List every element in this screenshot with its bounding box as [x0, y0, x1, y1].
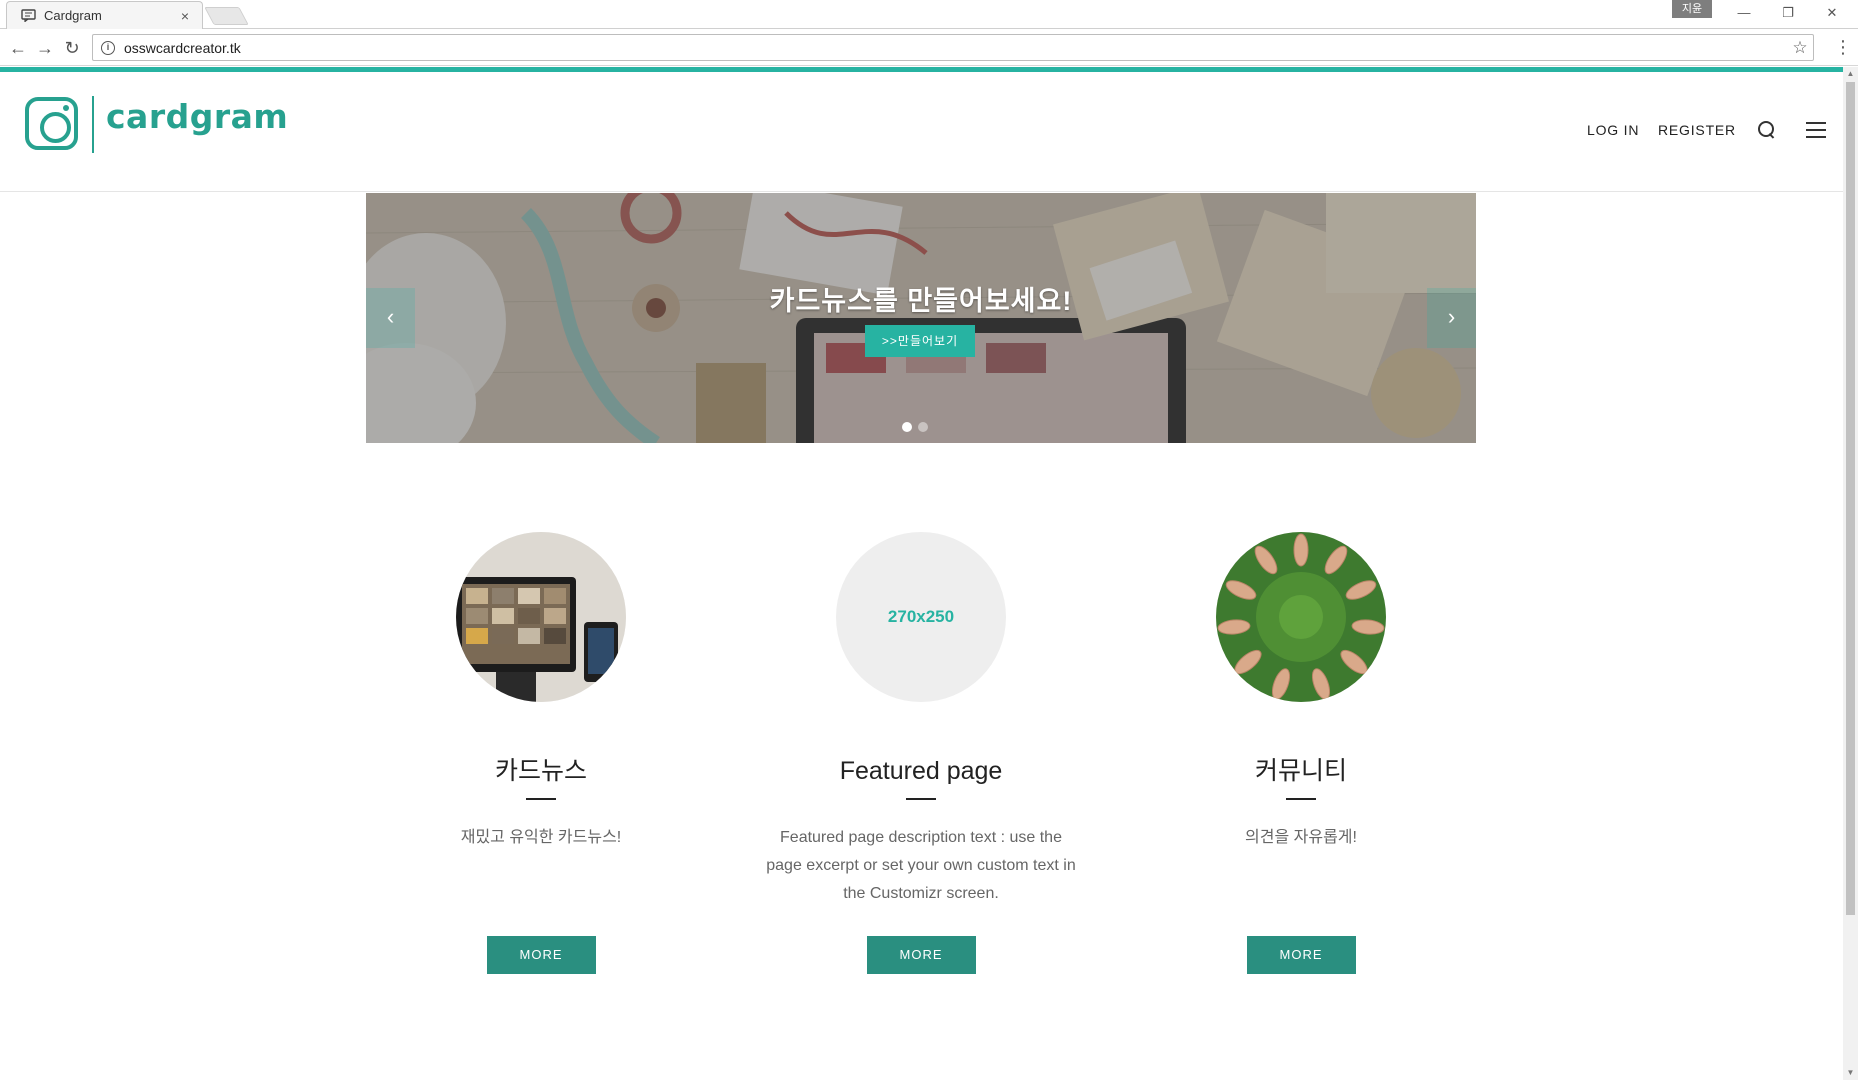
search-icon[interactable] [1756, 119, 1776, 139]
register-link[interactable]: REGISTER [1658, 122, 1736, 138]
forward-icon[interactable]: → [35, 38, 55, 58]
site-header: cardgram LOG IN REGISTER [0, 72, 1843, 192]
featured-image-community[interactable] [1216, 532, 1386, 702]
more-button[interactable]: MORE [1246, 936, 1356, 974]
tab-title: Cardgram [44, 8, 102, 23]
featured-description: 재밌고 유익한 카드뉴스! [460, 829, 622, 846]
scroll-up-icon[interactable]: ▲ [1843, 67, 1858, 81]
carousel-prev-icon[interactable]: ‹ [366, 288, 415, 348]
more-button[interactable]: MORE [866, 936, 976, 974]
page-viewport: cardgram LOG IN REGISTER 카드뉴스를 만들어보세요! >… [0, 67, 1858, 1080]
logo-camera-icon[interactable] [25, 97, 78, 150]
site-logo-text[interactable]: cardgram [106, 97, 288, 136]
scrollbar-thumb[interactable] [1846, 82, 1855, 915]
login-link[interactable]: LOG IN [1587, 122, 1639, 138]
carousel-next-icon[interactable]: › [1427, 288, 1476, 348]
scroll-down-icon[interactable]: ▼ [1843, 1066, 1858, 1080]
hero-cta-button[interactable]: >>만들어보기 [865, 325, 975, 357]
featured-title: 카드뉴스 [494, 757, 587, 785]
hero-overlay [366, 193, 1476, 443]
featured-title: 커뮤니티 [1254, 757, 1347, 785]
restore-window-icon[interactable]: ❐ [1766, 0, 1810, 26]
hamburger-menu-icon[interactable] [1806, 122, 1826, 138]
carousel-indicators [902, 422, 928, 432]
back-icon[interactable]: ← [8, 38, 28, 58]
hero-carousel: 카드뉴스를 만들어보세요! >>만들어보기 ‹ › [366, 193, 1476, 443]
title-underline [906, 798, 936, 800]
featured-description: 의견을 자유롭게! [1245, 829, 1357, 846]
hero-title: 카드뉴스를 만들어보세요! [769, 286, 1073, 316]
featured-card: 270x250 Featured page Featured page desc… [731, 532, 1111, 974]
browser-toolbar: ← → ↻ i osswcardcreator.tk ☆ ⋮ [0, 30, 1858, 66]
tab-close-icon[interactable]: × [178, 9, 192, 23]
carousel-dot[interactable] [918, 422, 928, 432]
logo-divider [92, 96, 94, 153]
featured-card: 카드뉴스 재밌고 유익한 카드뉴스! MORE [351, 532, 731, 974]
featured-description: Featured page description text : use the… [766, 829, 1076, 902]
more-button[interactable]: MORE [486, 936, 596, 974]
url-text[interactable]: osswcardcreator.tk [124, 40, 1787, 56]
title-underline [1286, 798, 1316, 800]
featured-image-cardnews[interactable] [456, 532, 626, 702]
featured-card: 커뮤니티 의견을 자유롭게! MORE [1111, 532, 1491, 974]
browser-tab-bar: Cardgram × 지윤 — ❐ ✕ [0, 0, 1858, 29]
featured-image-placeholder[interactable]: 270x250 [836, 532, 1006, 702]
minimize-window-icon[interactable]: — [1722, 0, 1766, 26]
profile-badge[interactable]: 지윤 [1672, 0, 1712, 18]
new-tab-button[interactable] [204, 7, 249, 25]
close-window-icon[interactable]: ✕ [1810, 0, 1854, 26]
image-placeholder-label: 270x250 [887, 607, 955, 626]
site-info-icon[interactable]: i [101, 40, 115, 55]
page-favicon-icon [21, 9, 36, 23]
reload-icon[interactable]: ↻ [62, 38, 82, 58]
vertical-scrollbar[interactable]: ▲ ▼ [1843, 67, 1858, 1080]
bookmark-star-icon[interactable]: ☆ [1787, 38, 1813, 58]
browser-menu-icon[interactable]: ⋮ [1833, 36, 1853, 58]
featured-title: Featured page [839, 757, 1003, 785]
browser-tab[interactable]: Cardgram × [6, 1, 203, 29]
address-bar[interactable]: i osswcardcreator.tk ☆ [92, 34, 1814, 61]
carousel-dot[interactable] [902, 422, 912, 432]
title-underline [526, 798, 556, 800]
